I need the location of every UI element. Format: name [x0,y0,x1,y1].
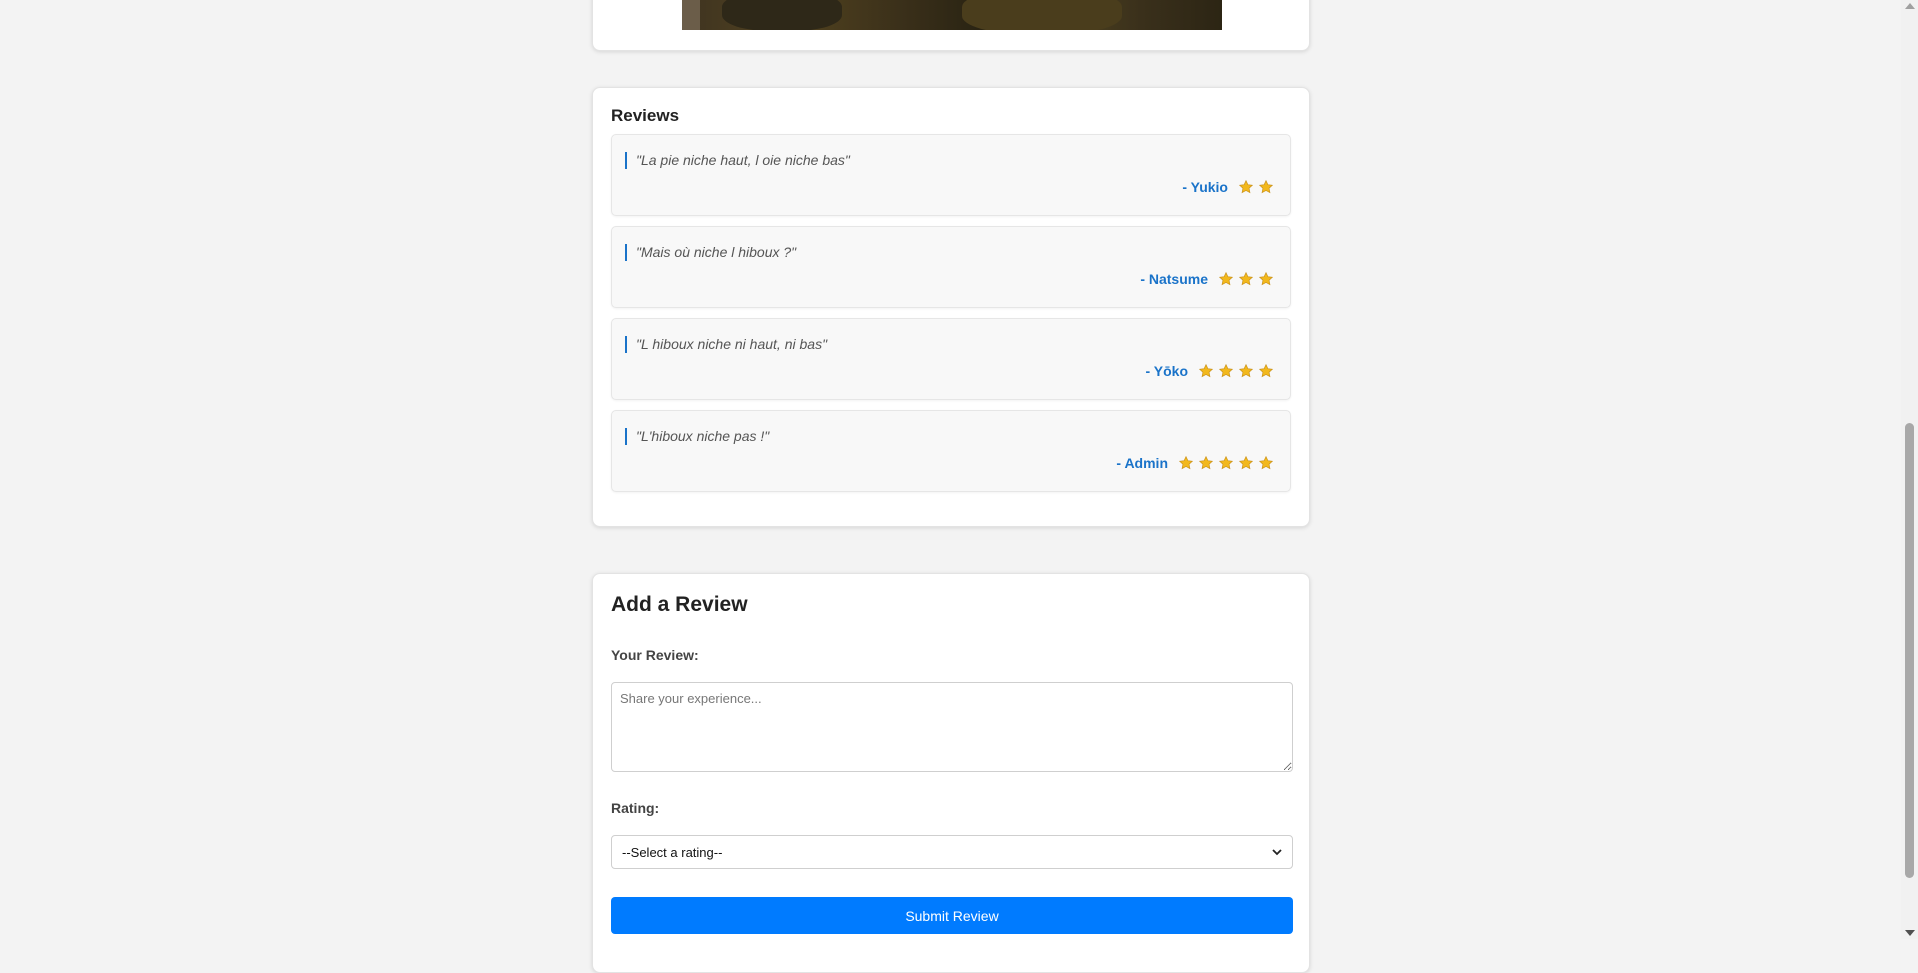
review-stars [1214,271,1274,287]
chevron-down-icon [1272,849,1282,856]
star-icon [1218,455,1234,471]
review-stars [1234,179,1274,195]
star-icon [1218,363,1234,379]
image-card [592,0,1310,51]
star-icon [1238,455,1254,471]
review-quote: "L hiboux niche ni haut, ni bas" [625,336,827,353]
review-author: - Admin [1116,455,1168,471]
review-byline: - Natsume [1140,271,1274,287]
review-item: "L'hiboux niche pas !" - Admin [611,410,1291,492]
review-byline: - Admin [1116,455,1274,471]
star-icon [1258,179,1274,195]
review-byline: - Yukio [1182,179,1274,195]
scroll-down-arrow-icon[interactable] [1905,930,1915,936]
scroll-up-arrow-icon[interactable] [1905,3,1915,9]
add-review-card: Add a Review Your Review: Rating: --Sele… [592,573,1310,973]
review-item: "Mais où niche l hiboux ?" - Natsume [611,226,1291,308]
submit-review-button[interactable]: Submit Review [611,897,1293,934]
rating-select[interactable]: --Select a rating-- [611,835,1293,869]
hero-image [682,0,1222,30]
review-author: - Yōko [1145,363,1188,379]
review-item: "La pie niche haut, l oie niche bas" - Y… [611,134,1291,216]
review-byline: - Yōko [1145,363,1274,379]
reviews-heading: Reviews [611,106,680,125]
star-icon [1258,363,1274,379]
reviews-card: Reviews "La pie niche haut, l oie niche … [592,87,1310,527]
review-author: - Natsume [1140,271,1208,287]
vertical-scrollbar[interactable] [1901,0,1918,939]
star-icon [1198,455,1214,471]
rating-selected-value: --Select a rating-- [622,844,723,860]
star-icon [1238,271,1254,287]
rating-field-label: Rating: [611,800,660,816]
star-icon [1238,363,1254,379]
star-icon [1238,179,1254,195]
star-icon [1218,271,1234,287]
review-field-label: Your Review: [611,647,699,663]
review-quote: "Mais où niche l hiboux ?" [625,244,796,261]
review-author: - Yukio [1182,179,1228,195]
review-quote: "La pie niche haut, l oie niche bas" [625,152,850,169]
review-quote: "L'hiboux niche pas !" [625,428,769,445]
scrollbar-thumb[interactable] [1905,423,1914,878]
review-textarea[interactable] [611,682,1293,772]
star-icon [1178,455,1194,471]
star-icon [1258,271,1274,287]
review-item: "L hiboux niche ni haut, ni bas" - Yōko [611,318,1291,400]
review-stars [1174,455,1274,471]
star-icon [1258,455,1274,471]
review-stars [1194,363,1274,379]
star-icon [1198,363,1214,379]
add-review-heading: Add a Review [611,593,748,616]
